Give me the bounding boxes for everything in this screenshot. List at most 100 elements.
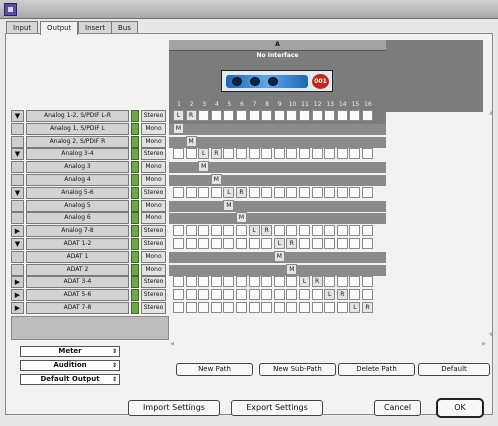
path-active-toggle[interactable]	[131, 174, 139, 186]
matrix-cell[interactable]	[248, 276, 260, 288]
matrix-cell[interactable]	[299, 238, 310, 249]
path-active-toggle[interactable]	[131, 186, 139, 199]
new-sub-path-button[interactable]: New Sub-Path	[259, 363, 336, 376]
path-name[interactable]: ADAT 7-8	[26, 302, 129, 314]
matrix-cell[interactable]	[324, 276, 336, 288]
path-active-toggle[interactable]	[131, 110, 139, 122]
matrix-cell[interactable]	[273, 302, 285, 313]
matrix-cell[interactable]	[248, 289, 260, 301]
matrix-cell[interactable]: R	[336, 289, 348, 301]
matrix-cell[interactable]	[223, 225, 235, 237]
matrix-cell[interactable]	[261, 148, 273, 160]
path-name[interactable]: ADAT 1-2	[26, 238, 129, 250]
matrix-cell[interactable]	[299, 186, 310, 198]
matrix-cell[interactable]	[311, 186, 323, 198]
vertical-scrollbar[interactable]: ▲ ▼	[488, 110, 494, 340]
matrix-cell[interactable]	[349, 225, 361, 237]
matrix-cell[interactable]: R	[362, 302, 373, 313]
matrix-cell[interactable]	[324, 110, 336, 121]
matrix-cell[interactable]	[210, 225, 222, 237]
matrix-cell[interactable]	[273, 110, 285, 121]
expand-right-icon[interactable]: ▶	[11, 289, 24, 302]
matrix-cell[interactable]	[261, 289, 273, 301]
matrix-cell[interactable]	[286, 289, 298, 301]
path-active-toggle[interactable]	[131, 302, 139, 314]
matrix-cell[interactable]	[349, 289, 361, 301]
matrix-cell[interactable]: R	[236, 186, 247, 198]
meter-select[interactable]: Meter ⇕	[20, 346, 120, 357]
matrix-cell[interactable]	[273, 148, 285, 160]
matrix-cell[interactable]: M	[236, 212, 247, 224]
matrix-cell[interactable]	[362, 289, 373, 301]
matrix-cell[interactable]	[336, 302, 348, 313]
path-name[interactable]: ADAT 1	[26, 250, 129, 263]
matrix-cell[interactable]	[311, 238, 323, 249]
matrix-cell[interactable]	[261, 186, 273, 198]
matrix-cell[interactable]	[362, 238, 373, 249]
matrix-cell[interactable]	[261, 302, 273, 313]
matrix-cell[interactable]	[286, 225, 298, 237]
matrix-cell[interactable]	[236, 148, 247, 160]
delete-path-button[interactable]: Delete Path	[338, 363, 415, 376]
path-active-toggle[interactable]	[131, 263, 139, 276]
matrix-cell[interactable]	[173, 225, 184, 237]
matrix-cell[interactable]: M	[286, 263, 298, 275]
matrix-cell[interactable]	[198, 289, 210, 301]
matrix-cell[interactable]	[173, 148, 184, 160]
path-active-toggle[interactable]	[131, 225, 139, 238]
matrix-cell[interactable]: R	[286, 238, 298, 249]
path-active-toggle[interactable]	[131, 276, 139, 289]
cancel-button[interactable]: Cancel	[374, 400, 421, 416]
default-button[interactable]: Default	[418, 363, 490, 376]
matrix-cell[interactable]	[185, 148, 197, 160]
matrix-cell[interactable]: M	[185, 135, 197, 147]
matrix-cell[interactable]	[185, 276, 197, 288]
matrix-cell[interactable]	[198, 238, 210, 249]
audition-select[interactable]: Audition ⇕	[20, 360, 120, 371]
matrix-cell[interactable]	[236, 276, 247, 288]
matrix-cell[interactable]: L	[299, 276, 310, 288]
matrix-cell[interactable]	[311, 302, 323, 313]
path-active-toggle[interactable]	[131, 135, 139, 148]
matrix-cell[interactable]	[248, 238, 260, 249]
matrix-cell[interactable]	[210, 302, 222, 313]
matrix-cell[interactable]	[299, 148, 310, 160]
path-active-toggle[interactable]	[131, 161, 139, 174]
matrix-cell[interactable]	[273, 289, 285, 301]
matrix-cell[interactable]: L	[173, 110, 184, 121]
matrix-cell[interactable]	[311, 110, 323, 121]
export-settings-button[interactable]: Export Settings	[231, 400, 323, 416]
matrix-cell[interactable]	[261, 276, 273, 288]
matrix-cell[interactable]	[336, 276, 348, 288]
matrix-cell[interactable]	[286, 148, 298, 160]
expand-down-icon[interactable]: ▼	[11, 186, 24, 199]
matrix-cell[interactable]	[349, 110, 361, 121]
matrix-cell[interactable]	[286, 302, 298, 313]
path-active-toggle[interactable]	[131, 148, 139, 161]
matrix-cell[interactable]	[286, 186, 298, 198]
matrix-cell[interactable]	[185, 289, 197, 301]
matrix-cell[interactable]: M	[223, 199, 235, 211]
matrix-cell[interactable]	[336, 110, 348, 121]
new-path-button[interactable]: New Path	[176, 363, 253, 376]
matrix-cell[interactable]: R	[185, 110, 197, 121]
matrix-cell[interactable]	[236, 225, 247, 237]
path-active-toggle[interactable]	[131, 199, 139, 212]
matrix-cell[interactable]	[173, 238, 184, 249]
matrix-cell[interactable]	[324, 148, 336, 160]
matrix-cell[interactable]	[198, 225, 210, 237]
matrix-cell[interactable]	[299, 302, 310, 313]
matrix-cell[interactable]	[185, 225, 197, 237]
matrix-cell[interactable]	[223, 110, 235, 121]
matrix-cell[interactable]: M	[198, 161, 210, 173]
matrix-cell[interactable]	[324, 225, 336, 237]
horizontal-scrollbar[interactable]: ◀ ▶	[169, 340, 491, 348]
matrix-cell[interactable]	[236, 302, 247, 313]
scroll-right-icon[interactable]: ▶	[481, 341, 487, 347]
matrix-cell[interactable]	[299, 110, 310, 121]
matrix-cell[interactable]: R	[261, 225, 273, 237]
matrix-cell[interactable]	[311, 225, 323, 237]
path-name[interactable]: Analog 4	[26, 174, 129, 186]
path-name[interactable]: Analog 3-4	[26, 148, 129, 161]
matrix-cell[interactable]	[299, 289, 310, 301]
